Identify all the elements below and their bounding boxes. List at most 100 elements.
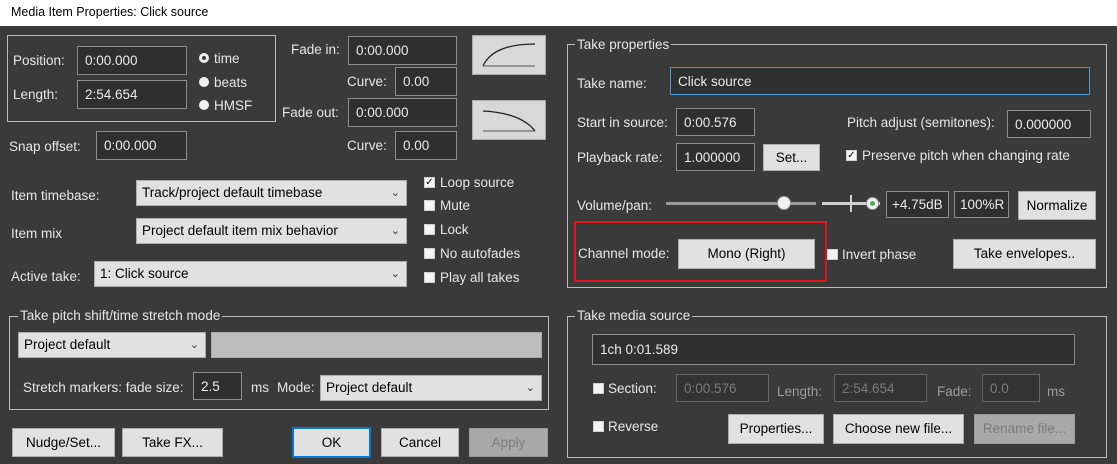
chevron-down-icon: ⌄ bbox=[390, 268, 400, 280]
pan-thumb-indicator bbox=[870, 201, 875, 206]
fade-out-label: Fade out: bbox=[282, 105, 340, 120]
snap-offset-field[interactable]: 0:00.000 bbox=[96, 131, 187, 160]
fade-out-field[interactable]: 0:00.000 bbox=[348, 98, 457, 127]
playback-rate-label: Playback rate: bbox=[577, 150, 663, 165]
length-field[interactable]: 2:54.654 bbox=[77, 80, 187, 109]
fade-in-field[interactable]: 0:00.000 bbox=[348, 36, 457, 65]
radio-beats-label: beats bbox=[214, 75, 248, 90]
radio-beats[interactable] bbox=[199, 77, 209, 87]
play-all-takes-label: Play all takes bbox=[440, 270, 520, 285]
fade-in-curve-label: Curve: bbox=[347, 74, 387, 89]
active-take-select[interactable]: 1: Click source ⌄ bbox=[94, 261, 407, 287]
mute-checkbox[interactable] bbox=[424, 200, 435, 211]
radio-hmsf[interactable] bbox=[199, 100, 209, 110]
loop-source-label: Loop source bbox=[440, 175, 515, 190]
pan-slider[interactable] bbox=[822, 194, 880, 214]
nudge-set-button[interactable]: Nudge/Set... bbox=[12, 428, 115, 457]
pitch-adjust-field[interactable]: 0.000000 bbox=[1007, 110, 1091, 138]
stretch-mode-select[interactable]: Project default ⌄ bbox=[320, 375, 542, 401]
volume-slider-track bbox=[666, 202, 816, 205]
start-in-source-label: Start in source: bbox=[577, 115, 668, 130]
properties-button[interactable]: Properties... bbox=[728, 414, 824, 444]
invert-phase-checkbox[interactable] bbox=[827, 249, 838, 260]
lock-checkbox[interactable] bbox=[424, 224, 435, 235]
mix-select[interactable]: Project default item mix behavior ⌄ bbox=[136, 218, 407, 244]
pitch-submode-select bbox=[211, 332, 542, 358]
apply-button: Apply bbox=[469, 428, 548, 457]
volume-pan-label: Volume/pan: bbox=[577, 198, 653, 213]
fade-in-curve-icon bbox=[482, 43, 536, 67]
invert-phase-label: Invert phase bbox=[842, 247, 917, 262]
stretch-markers-label: Stretch markers: fade size: bbox=[23, 380, 184, 395]
set-rate-button[interactable]: Set... bbox=[763, 144, 820, 171]
mix-value: Project default item mix behavior bbox=[142, 223, 338, 238]
preserve-pitch-label: Preserve pitch when changing rate bbox=[862, 148, 1070, 163]
take-envelopes-button[interactable]: Take envelopes.. bbox=[953, 239, 1096, 269]
play-all-takes-checkbox[interactable] bbox=[424, 272, 435, 283]
fade-out-curve-icon bbox=[482, 110, 536, 132]
channel-mode-button[interactable]: Mono (Right) bbox=[678, 239, 815, 269]
stretch-fade-field[interactable]: 2.5 bbox=[193, 372, 242, 400]
no-autofades-checkbox[interactable] bbox=[424, 248, 435, 259]
section-length-field: 2:54.654 bbox=[834, 374, 927, 402]
section-start-field: 0:00.576 bbox=[676, 374, 769, 402]
section-checkbox[interactable] bbox=[593, 383, 604, 394]
start-in-source-field[interactable]: 0:00.576 bbox=[676, 108, 755, 136]
volume-slider-thumb[interactable] bbox=[777, 196, 791, 210]
take-name-label: Take name: bbox=[577, 76, 647, 91]
radio-hmsf-label: HMSF bbox=[214, 98, 253, 113]
media-source-info: 1ch 0:01.589 bbox=[592, 334, 1075, 365]
chevron-down-icon: ⌄ bbox=[525, 382, 535, 394]
active-take-value: 1: Click source bbox=[100, 266, 189, 281]
pitch-shift-group-title: Take pitch shift/time stretch mode bbox=[18, 308, 223, 323]
choose-new-file-button[interactable]: Choose new file... bbox=[833, 414, 964, 444]
no-autofades-label: No autofades bbox=[440, 246, 521, 261]
timebase-label: Item timebase: bbox=[11, 188, 100, 203]
section-length-label: Length: bbox=[777, 384, 823, 399]
fade-in-curve-field[interactable]: 0.00 bbox=[395, 67, 457, 96]
timebase-value: Track/project default timebase bbox=[142, 185, 323, 200]
preserve-pitch-checkbox[interactable]: ✓ bbox=[846, 150, 857, 161]
timebase-select[interactable]: Track/project default timebase ⌄ bbox=[136, 180, 407, 206]
pan-slider-thumb[interactable] bbox=[866, 197, 879, 210]
playback-rate-field[interactable]: 1.000000 bbox=[676, 143, 755, 171]
reverse-checkbox[interactable] bbox=[593, 421, 604, 432]
chevron-down-icon: ⌄ bbox=[189, 339, 199, 351]
mute-label: Mute bbox=[440, 198, 471, 213]
section-fade-field: 0.0 bbox=[982, 374, 1040, 402]
reverse-label: Reverse bbox=[608, 419, 659, 434]
loop-source-checkbox[interactable]: ✓ bbox=[424, 177, 435, 188]
fade-out-curve-label: Curve: bbox=[347, 138, 387, 153]
pitch-mode-value: Project default bbox=[24, 337, 111, 352]
position-field[interactable]: 0:00.000 bbox=[77, 46, 187, 75]
channel-mode-label: Channel mode: bbox=[578, 246, 670, 261]
fade-in-shape-button[interactable] bbox=[472, 35, 546, 75]
stretch-mode-label: Mode: bbox=[277, 380, 315, 395]
fade-out-curve-field[interactable]: 0.00 bbox=[395, 131, 457, 160]
section-fade-ms-label: ms bbox=[1047, 384, 1065, 399]
pitch-mode-select[interactable]: Project default ⌄ bbox=[18, 332, 206, 358]
cancel-button[interactable]: Cancel bbox=[381, 428, 459, 457]
volume-value-field[interactable]: +4.75dB bbox=[886, 191, 949, 218]
radio-time-label: time bbox=[214, 51, 240, 66]
position-label: Position: bbox=[13, 53, 65, 68]
length-label: Length: bbox=[13, 87, 59, 102]
fade-out-shape-button[interactable] bbox=[472, 100, 546, 140]
stretch-ms-label: ms bbox=[251, 380, 269, 395]
lock-label: Lock bbox=[440, 222, 469, 237]
ok-button[interactable]: OK bbox=[292, 427, 371, 458]
pan-center-tick bbox=[850, 195, 852, 212]
pitch-adjust-label: Pitch adjust (semitones): bbox=[847, 115, 995, 130]
stretch-mode-value: Project default bbox=[326, 380, 413, 395]
section-label: Section: bbox=[608, 381, 657, 396]
active-take-label: Active take: bbox=[11, 269, 81, 284]
media-source-title: Take media source bbox=[575, 308, 693, 323]
chevron-down-icon: ⌄ bbox=[390, 187, 400, 199]
take-name-field[interactable]: Click source bbox=[670, 67, 1090, 95]
volume-slider[interactable] bbox=[666, 194, 816, 214]
radio-time[interactable] bbox=[199, 53, 209, 63]
chevron-down-icon: ⌄ bbox=[390, 225, 400, 237]
normalize-button[interactable]: Normalize bbox=[1018, 191, 1096, 220]
take-fx-button[interactable]: Take FX... bbox=[122, 428, 223, 457]
pan-value-field[interactable]: 100%R bbox=[954, 191, 1009, 218]
